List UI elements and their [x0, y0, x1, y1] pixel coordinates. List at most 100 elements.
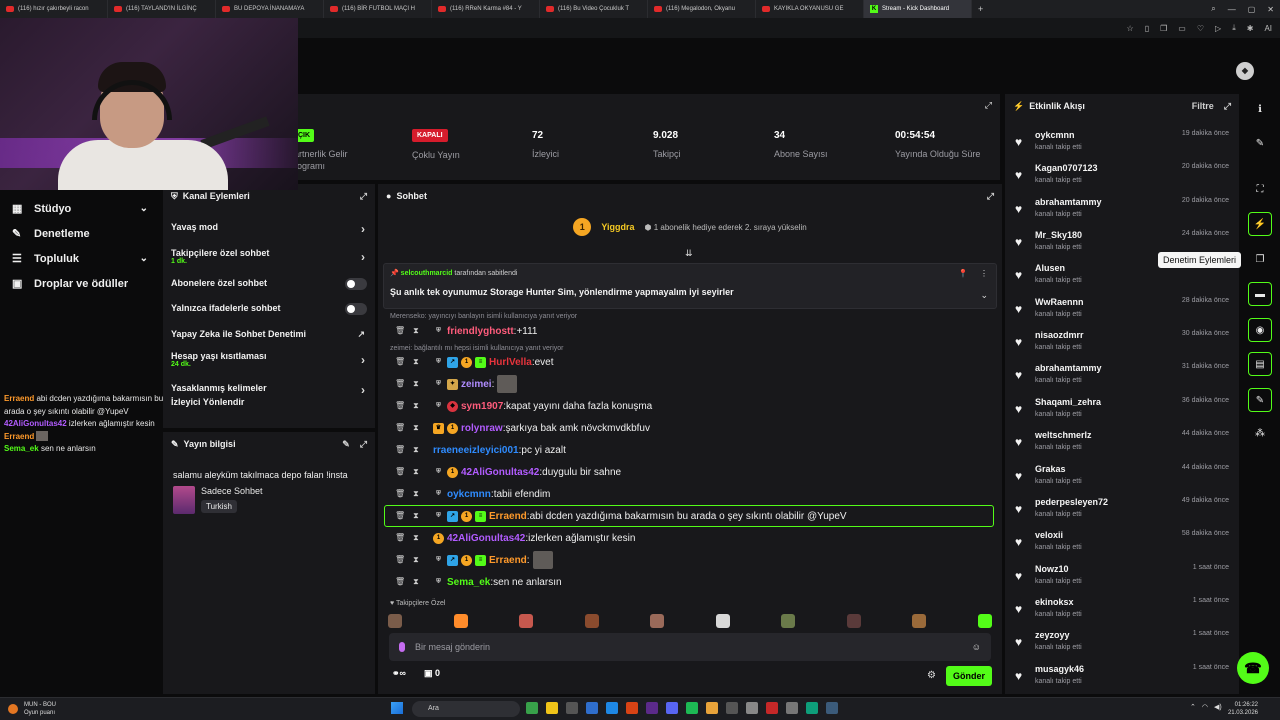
- chat-message[interactable]: 🗑 ⧗ rraeneeizleyici001: pc yi azalt: [385, 439, 993, 461]
- layout-icon[interactable]: ▤: [1248, 352, 1272, 376]
- activity-feed-item[interactable]: ♥ weltschmerlz kanalı takip etti 44 dakika …: [1015, 426, 1229, 458]
- taskbar-search[interactable]: Ara: [412, 701, 520, 717]
- expand-icon[interactable]: ⤢: [987, 191, 994, 202]
- follower-name[interactable]: Grakas: [1035, 464, 1066, 474]
- follower-name[interactable]: weltschmerlz: [1035, 430, 1092, 440]
- expand-icon[interactable]: ⤢: [1224, 101, 1231, 112]
- emote-image[interactable]: [846, 614, 861, 628]
- emote-image[interactable]: [977, 614, 992, 628]
- chat-icon[interactable]: ▬: [1248, 282, 1272, 306]
- activity-feed-item[interactable]: ♥ Kagan0707123 kanalı takip etti 20 dakika …: [1015, 159, 1229, 191]
- more-icon[interactable]: ⋮: [980, 269, 988, 278]
- chat-message[interactable]: 🗑 ⧗ ⛨ ↗ 1 ≡ HurlVella: evet: [385, 351, 993, 373]
- discord-icon[interactable]: [666, 702, 678, 714]
- bookmark-icon[interactable]: ☆: [1127, 24, 1134, 33]
- emote-image[interactable]: [650, 614, 665, 628]
- emote-image[interactable]: [453, 614, 468, 628]
- maximize-icon[interactable]: ▢: [1248, 5, 1256, 14]
- xbox-icon[interactable]: [526, 702, 538, 714]
- activity-feed-item[interactable]: ♥ nisaozdmrr kanalı takip etti 30 dakika ön…: [1015, 326, 1229, 358]
- browser-tab[interactable]: KAYIKLA OKYANUSU GE: [756, 0, 864, 18]
- wrench-icon[interactable]: ✎: [1248, 388, 1272, 412]
- send-button[interactable]: Gönder: [946, 666, 992, 686]
- mod-tools[interactable]: 🗑 ⧗: [395, 401, 433, 411]
- file-explorer-icon[interactable]: [546, 702, 558, 714]
- follower-name[interactable]: Kagan0707123: [1035, 163, 1098, 173]
- chat-message[interactable]: 🗑 ⧗ ⛨ friendlyghostt: +111: [385, 320, 993, 342]
- subs-only-toggle[interactable]: [345, 278, 367, 290]
- new-tab-button[interactable]: +: [972, 4, 989, 14]
- chat-message[interactable]: 🗑 ⧗ ♛ 1 rolynraw: şarkıya bak amk növckmvd…: [385, 417, 993, 439]
- edit-icon[interactable]: ✎: [342, 439, 350, 450]
- nav-studio[interactable]: ▦ Stüdyo ⌄: [0, 196, 160, 221]
- action-subs-only[interactable]: Abonelere özel sohbet: [163, 278, 375, 303]
- chevron-down-icon[interactable]: ⌄: [980, 290, 988, 301]
- mod-tools[interactable]: 🗑 ⧗: [395, 533, 433, 543]
- emote-image[interactable]: [584, 614, 599, 628]
- chat-message[interactable]: 🗑 ⧗ ⛨ oykcmnn: tabii efendim: [385, 483, 993, 505]
- browser-tab[interactable]: (116) TAYLAND'IN İLGİNÇ: [108, 0, 216, 18]
- emote-image[interactable]: [519, 614, 534, 628]
- activity-feed-item[interactable]: ♥ Grakas kanalı takip etti 44 dakika önce: [1015, 460, 1229, 492]
- follower-name[interactable]: nisaozdmrr: [1035, 330, 1084, 340]
- browser-tab[interactable]: (116) Megalodon, Okyanu: [648, 0, 756, 18]
- nav-community[interactable]: ☰ Topluluk ⌄: [0, 246, 160, 271]
- scroll-down-icon[interactable]: ⇊: [685, 248, 693, 259]
- action-account-age[interactable]: Hesap yaşı kısıtlaması 24 dk. ›: [163, 351, 375, 383]
- chat-message[interactable]: 🗑 ⧗ 1 42AliGonultas42: izlerken ağlamıştı…: [385, 527, 993, 549]
- mod-tools[interactable]: 🗑 ⧗: [395, 357, 433, 367]
- office-icon[interactable]: [626, 702, 638, 714]
- activity-feed-item[interactable]: ♥ abrahamtammy kanalı takip etti 20 dakika …: [1015, 193, 1229, 225]
- emote-image[interactable]: [781, 614, 796, 628]
- app-icon[interactable]: [806, 702, 818, 714]
- expand-icon[interactable]: ⤢: [360, 439, 367, 450]
- wifi-icon[interactable]: ◠: [1202, 703, 1208, 711]
- volume-icon[interactable]: ◀): [1214, 703, 1222, 711]
- activity-feed-item[interactable]: ♥ zeyzoyy kanalı takip etti 1 saat önce: [1015, 626, 1229, 658]
- activity-feed-item[interactable]: ♥ musagyk46 kanalı takip etti 1 saat önce: [1015, 660, 1229, 692]
- filter-button[interactable]: Filtre: [1192, 101, 1214, 112]
- ai-button[interactable]: AI: [1264, 24, 1272, 33]
- follower-name[interactable]: Shaqami_zehra: [1035, 397, 1101, 407]
- app-icon[interactable]: [746, 702, 758, 714]
- follower-name[interactable]: Nowz10: [1035, 564, 1069, 574]
- emoji-icon[interactable]: ☺: [972, 642, 981, 652]
- follower-name[interactable]: abrahamtammy: [1035, 197, 1102, 207]
- follower-name[interactable]: WwRaennn: [1035, 297, 1084, 307]
- minimize-icon[interactable]: —: [1228, 5, 1236, 14]
- emote-image[interactable]: [388, 614, 402, 628]
- action-ai-moderation[interactable]: Yapay Zeka ile Sohbet Denetimi ↗: [163, 329, 375, 351]
- follower-name[interactable]: musagyk46: [1035, 664, 1084, 674]
- extension-icon[interactable]: ✱: [1247, 24, 1254, 33]
- taskbar-clock[interactable]: 01:26:22 21.03.2026: [1228, 701, 1258, 717]
- spotify-icon[interactable]: [686, 702, 698, 714]
- chat-message-input[interactable]: Bir mesaj gönderin ☺: [389, 633, 991, 661]
- browser-tab[interactable]: (116) RReN Karma #84 - Y: [432, 0, 540, 18]
- activity-feed-item[interactable]: ♥ abrahamtammy kanalı takip etti 31 dakika …: [1015, 359, 1229, 391]
- follower-name[interactable]: Alusen: [1035, 263, 1065, 273]
- edge-icon[interactable]: [606, 702, 618, 714]
- app-icon[interactable]: [786, 702, 798, 714]
- follower-name[interactable]: oykcmnn: [1035, 130, 1075, 140]
- broadcast-icon[interactable]: ◉: [1248, 318, 1272, 342]
- chat-message[interactable]: 🗑 ⧗ ⛨ ◆ sym1907: kapat yayını daha fazla k…: [385, 395, 993, 417]
- emote-image[interactable]: [715, 614, 730, 628]
- mod-tools[interactable]: 🗑 ⧗: [395, 555, 433, 565]
- chat-message-highlighted[interactable]: 🗑 ⧗ ⛨ ↗ 1 ≡ Erraend: abi dcden yazdığıma bak…: [384, 505, 994, 527]
- action-redirect-viewers[interactable]: İzleyici Yönlendir: [163, 397, 375, 409]
- gear-icon[interactable]: ⚙: [927, 670, 936, 681]
- browser-tab[interactable]: (116) Bu Video Çocukluk T: [540, 0, 648, 18]
- action-banned-words[interactable]: Yasaklanmış kelimeler ›: [163, 383, 375, 397]
- terminal-icon[interactable]: [726, 702, 738, 714]
- follower-name[interactable]: abrahamtammy: [1035, 363, 1102, 373]
- opera-icon[interactable]: [766, 702, 778, 714]
- chat-message[interactable]: 🗑 ⧗ ⛨ ✦ zeimei:: [385, 373, 993, 395]
- mod-tools[interactable]: 🗑 ⧗: [395, 489, 433, 499]
- chat-message[interactable]: 🗑 ⧗ ⛨ ↗ 1 ≡ Erraend:: [385, 549, 993, 571]
- mod-tools[interactable]: 🗑 ⧗: [395, 379, 433, 389]
- follower-name[interactable]: ekinoksx: [1035, 597, 1074, 607]
- copy-icon[interactable]: ❐: [1248, 248, 1272, 272]
- activity-feed-item[interactable]: ♥ WwRaennn kanalı takip etti 28 dakika önce: [1015, 293, 1229, 325]
- nav-drops[interactable]: ▣ Droplar ve ödüller: [0, 271, 160, 296]
- expand-icon[interactable]: ⤢: [360, 191, 367, 202]
